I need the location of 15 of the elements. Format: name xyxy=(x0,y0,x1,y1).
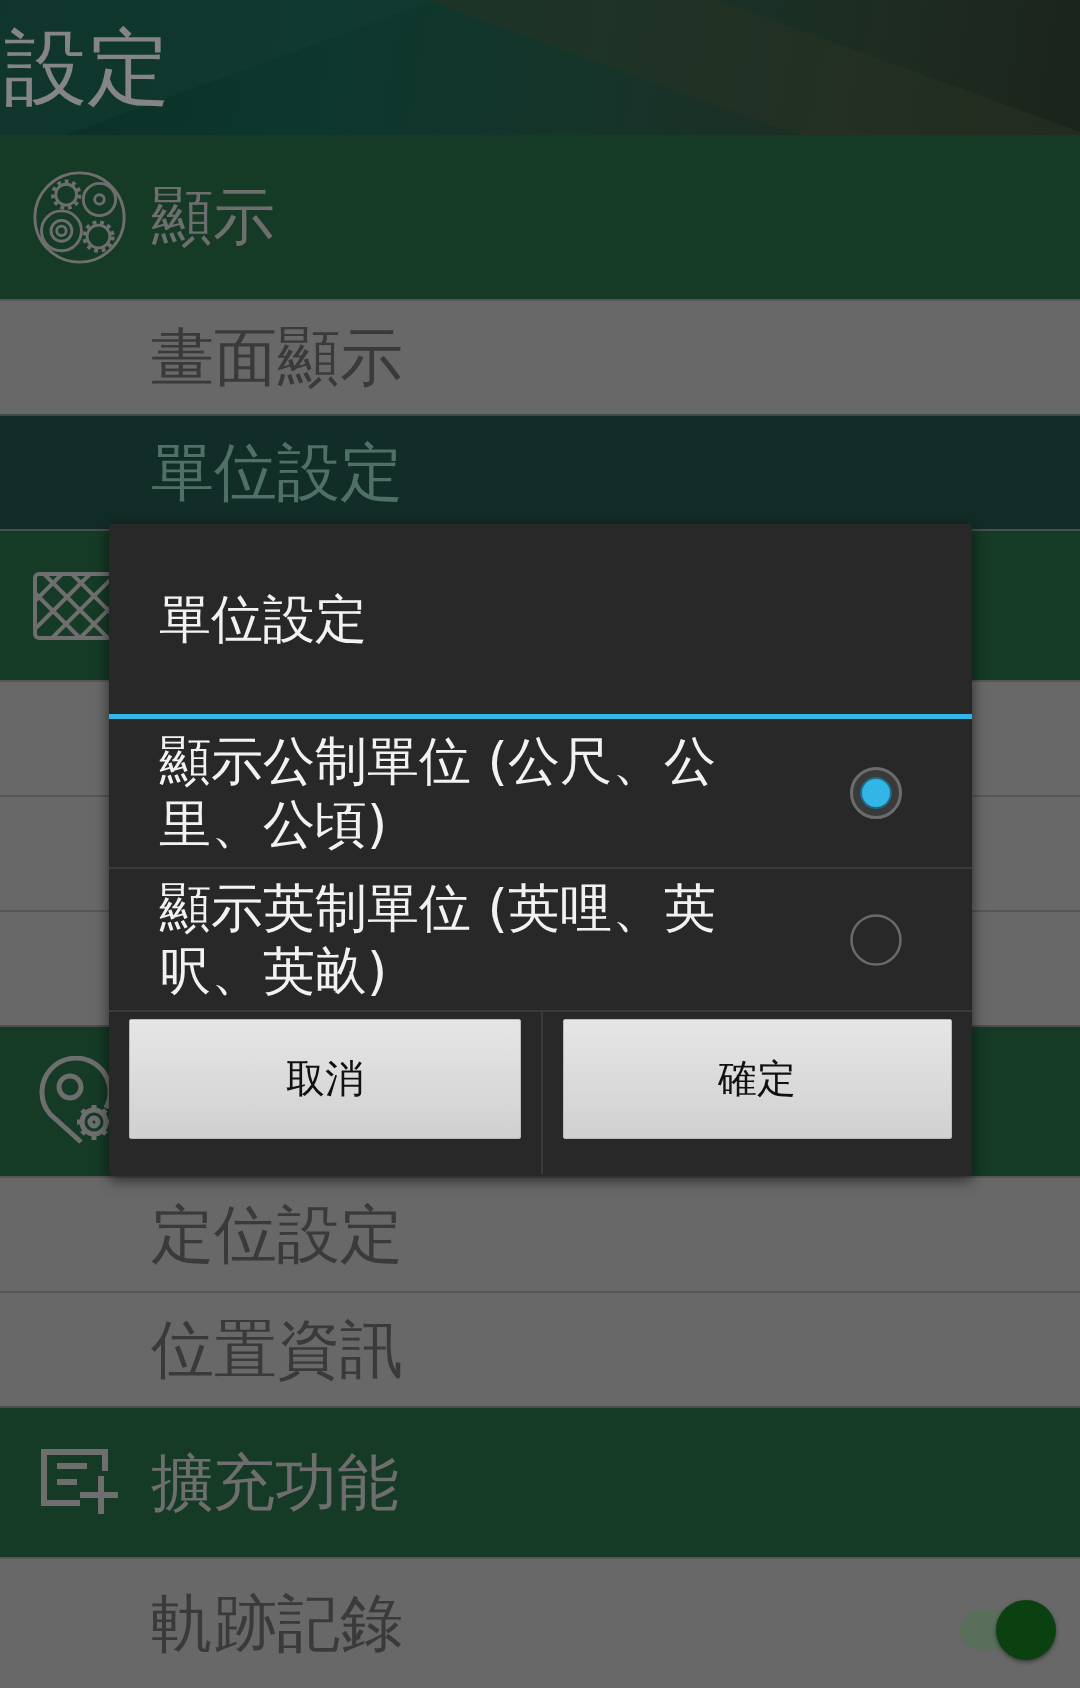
item-label: 單位設定 xyxy=(151,441,403,504)
list-row[interactable]: 單位設定 xyxy=(0,414,1080,529)
section-title: 顯示 xyxy=(151,186,275,248)
toggle-switch[interactable] xyxy=(960,1598,1056,1661)
radio-button[interactable] xyxy=(850,913,902,966)
dialog-title: 單位設定 xyxy=(159,593,367,645)
section-title: 擴充功能 xyxy=(151,1451,399,1514)
option-label: 顯示英制單位 (英哩、英呎、英畝) xyxy=(159,876,717,1003)
dialog-button[interactable]: 取消 xyxy=(129,1019,521,1139)
option-label: 顯示公制單位 (公尺、公里、公頃) xyxy=(159,730,717,856)
map-grid-icon xyxy=(32,570,109,641)
page-title: 設定 xyxy=(4,26,170,109)
dialog-button[interactable]: 確定 xyxy=(562,1019,952,1139)
radio-button[interactable] xyxy=(850,767,902,819)
gears-circle-icon xyxy=(32,169,127,265)
